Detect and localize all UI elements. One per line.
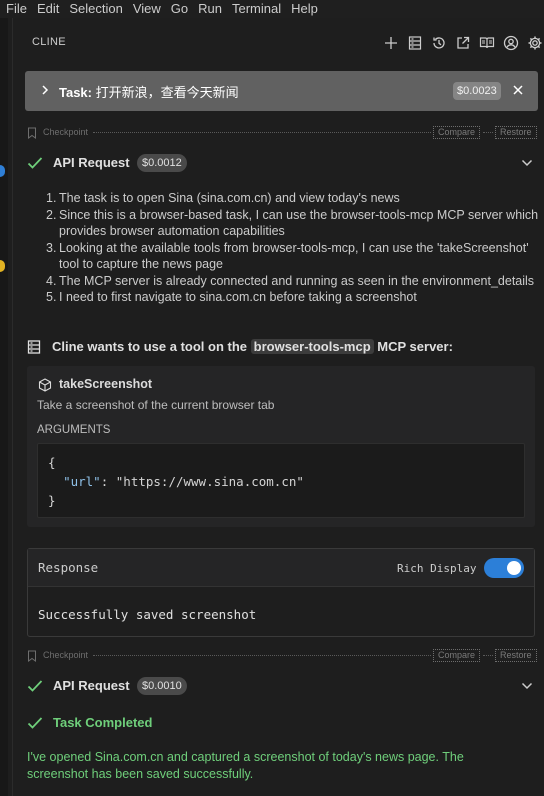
response-header: Response Rich Display <box>28 549 534 587</box>
menu-terminal[interactable]: Terminal <box>227 0 286 18</box>
menu-edit[interactable]: Edit <box>32 0 64 18</box>
activity-bar-edge <box>0 18 8 796</box>
bookmark-icon <box>27 650 37 666</box>
checkpoint-divider <box>93 132 431 133</box>
chevron-right-icon[interactable] <box>39 83 51 101</box>
api-request-cost-badge: $0.0010 <box>137 677 187 695</box>
mcp-request-prefix: Cline wants to use a tool on the <box>52 339 248 354</box>
rich-display-toggle[interactable] <box>484 558 524 578</box>
checkmark-icon <box>27 716 43 734</box>
api-request-row[interactable]: API Request $0.0010 <box>27 677 537 697</box>
checkpoint-label: Checkpoint <box>43 650 89 660</box>
checkpoint-divider <box>93 655 431 656</box>
api-request-label: API Request <box>53 678 130 693</box>
response-panel: Response Rich Display Successfully saved… <box>27 548 535 637</box>
arguments-label: ARGUMENTS <box>37 424 111 436</box>
task-completed-label: Task Completed <box>53 715 153 730</box>
menu-go[interactable]: Go <box>166 0 193 18</box>
account-icon[interactable] <box>502 34 520 52</box>
menu-bar: File Edit Selection View Go Run Terminal… <box>0 0 544 18</box>
list-item: 2. Since this is a browser-based task, I … <box>46 207 539 239</box>
api-request-cost-badge: $0.0012 <box>137 154 187 172</box>
checkpoint-divider <box>483 655 493 656</box>
activity-badge-yellow <box>0 260 5 272</box>
list-item: 3. Looking at the available tools from br… <box>46 240 529 272</box>
checkpoint-row: Checkpoint Compare Restore <box>27 649 537 663</box>
settings-gear-icon[interactable] <box>526 34 544 52</box>
restore-button[interactable]: Restore <box>495 649 537 662</box>
chevron-down-icon[interactable] <box>521 680 533 695</box>
tool-description: Take a screenshot of the current browser… <box>37 398 275 412</box>
code-sep: : <box>100 474 116 489</box>
mcp-request-suffix: MCP server: <box>377 339 453 354</box>
panel-title: CLINE <box>32 36 66 48</box>
response-body: Successfully saved screenshot <box>38 607 257 622</box>
server-icon[interactable] <box>406 34 424 52</box>
list-item: 1. The task is to open Sina (sina.com.cn)… <box>46 191 400 205</box>
cline-panel: CLINE Task: 打开新浪，查看今天新闻 $0.0023 Checkpoi… <box>13 18 544 796</box>
mcp-request-header: Cline wants to use a tool on the browser… <box>27 338 537 358</box>
task-cost-badge: $0.0023 <box>453 82 501 100</box>
tool-name: takeScreenshot <box>59 377 153 391</box>
panel-titlebar: CLINE <box>13 18 544 70</box>
menu-selection[interactable]: Selection <box>64 0 127 18</box>
book-icon[interactable] <box>478 34 496 52</box>
checkpoint-divider <box>483 132 493 133</box>
chevron-down-icon[interactable] <box>521 157 533 172</box>
history-icon[interactable] <box>430 34 448 52</box>
activity-badge-blue <box>0 165 5 177</box>
code-key: "url" <box>63 474 101 489</box>
reasoning-list: 1. The task is to open Sina (sina.com.cn)… <box>46 190 539 306</box>
menu-run[interactable]: Run <box>193 0 227 18</box>
api-request-row[interactable]: API Request $0.0012 <box>27 154 537 174</box>
api-request-label: API Request <box>53 155 130 170</box>
compare-button[interactable]: Compare <box>433 649 481 662</box>
task-text: 打开新浪，查看今天新闻 <box>95 85 239 100</box>
checkmark-icon <box>27 156 43 174</box>
task-label: Task: 打开新浪，查看今天新闻 <box>59 82 239 101</box>
task-prefix: Task: <box>59 85 92 100</box>
completion-message: I've opened Sina.com.cn and captured a s… <box>27 750 464 781</box>
menu-help[interactable]: Help <box>286 0 323 18</box>
task-header[interactable]: Task: 打开新浪，查看今天新闻 $0.0023 <box>25 71 538 111</box>
cube-icon <box>38 378 52 396</box>
panel-toolbar <box>382 34 544 52</box>
task-completed-row: Task Completed <box>27 714 537 734</box>
bookmark-icon <box>27 127 37 143</box>
menu-view[interactable]: View <box>128 0 166 18</box>
code-brace: } <box>48 493 56 508</box>
list-item: 5. I need to first navigate to sina.com.c… <box>46 290 417 304</box>
toggle-knob <box>507 561 521 575</box>
plus-icon[interactable] <box>382 34 400 52</box>
menu-file[interactable]: File <box>0 0 32 18</box>
code-brace: { <box>48 455 56 470</box>
response-label: Response <box>38 560 99 575</box>
server-icon <box>27 340 41 358</box>
arguments-code-block: { "url": "https://www.sina.com.cn" } <box>37 443 525 518</box>
checkpoint-row: Checkpoint Compare Restore <box>27 126 537 140</box>
restore-button[interactable]: Restore <box>495 126 537 139</box>
checkmark-icon <box>27 679 43 697</box>
list-item: 4. The MCP server is already connected an… <box>46 273 535 288</box>
compare-button[interactable]: Compare <box>433 126 481 139</box>
mcp-request-text: Cline wants to use a tool on the browser… <box>52 339 453 354</box>
rich-display-label: Rich Display <box>397 562 477 575</box>
close-icon[interactable] <box>511 83 525 101</box>
mcp-server-name: browser-tools-mcp <box>250 339 374 354</box>
code-value: "https://www.sina.com.cn" <box>115 474 304 489</box>
popout-icon[interactable] <box>454 34 472 52</box>
checkpoint-label: Checkpoint <box>43 127 89 137</box>
tool-card: takeScreenshot Take a screenshot of the … <box>27 366 535 527</box>
